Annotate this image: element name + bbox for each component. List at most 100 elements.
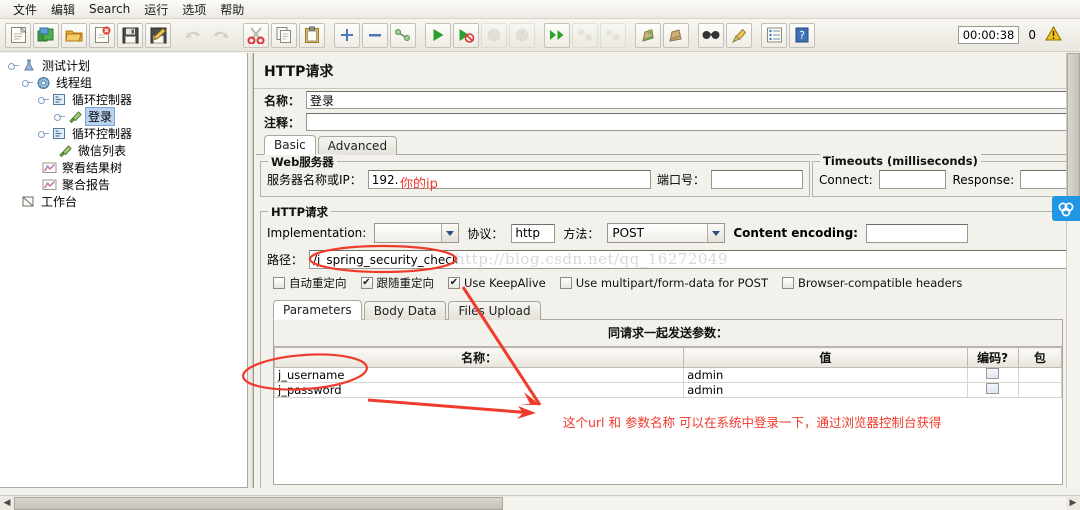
save-as-icon[interactable] xyxy=(145,22,171,48)
checkbox-browser-compatible-headers[interactable]: Browser-compatible headers xyxy=(782,276,962,290)
param-name-cell[interactable]: j_password xyxy=(273,382,685,398)
copy-icon[interactable] xyxy=(271,22,297,48)
tree-node-thread-group[interactable]: 线程组 xyxy=(6,74,247,91)
tree-node-view-results-tree[interactable]: 察看结果树 xyxy=(6,159,247,176)
floating-helper-widget[interactable] xyxy=(1052,196,1080,221)
scroll-left-icon[interactable]: ◀ xyxy=(0,496,14,510)
tree-label: 测试计划 xyxy=(42,59,91,73)
path-input[interactable]: /j_spring_security_check xyxy=(309,250,1067,269)
tree-node-loop-controller-2[interactable]: 循环控制器 xyxy=(6,125,247,142)
chevron-down-icon[interactable] xyxy=(707,224,725,242)
menu-item-file[interactable]: 文件 xyxy=(6,0,44,19)
table-row[interactable]: j_password admin xyxy=(273,382,1063,398)
checkbox-box[interactable] xyxy=(448,277,460,289)
encode-checkbox[interactable] xyxy=(986,368,1000,379)
warning-triangle-icon[interactable] xyxy=(1045,25,1062,44)
expander-icon[interactable] xyxy=(54,111,65,122)
tree-node-test-plan[interactable]: 测试计划 xyxy=(6,57,247,74)
tree-node-login-sampler[interactable]: 登录 xyxy=(6,107,247,126)
content-encoding-label: Content encoding: xyxy=(733,226,858,240)
menu-item-help[interactable]: 帮助 xyxy=(213,0,251,19)
menu-item-run[interactable]: 运行 xyxy=(137,0,175,19)
start-no-pauses-icon[interactable] xyxy=(453,22,479,48)
web-server-row: 服务器名称或IP： 192. 端口号： xyxy=(267,170,803,189)
paste-icon[interactable] xyxy=(299,22,325,48)
toggle-icon[interactable] xyxy=(390,22,416,48)
search-icon[interactable] xyxy=(698,22,724,48)
expander-icon[interactable] xyxy=(8,60,19,71)
reset-search-icon[interactable] xyxy=(726,22,752,48)
implementation-select[interactable] xyxy=(374,223,460,243)
encode-checkbox[interactable] xyxy=(986,383,1000,394)
tab-advanced[interactable]: Advanced xyxy=(317,136,398,155)
http-sampler-icon xyxy=(57,143,73,158)
cut-icon[interactable] xyxy=(243,22,269,48)
menu-item-search[interactable]: Search xyxy=(82,1,137,17)
templates-icon[interactable] xyxy=(33,22,59,48)
menu-item-edit[interactable]: 编辑 xyxy=(44,0,82,19)
param-value-cell[interactable]: admin xyxy=(683,367,968,383)
expander-icon[interactable] xyxy=(38,128,49,139)
response-input[interactable] xyxy=(1020,170,1067,189)
scroll-right-icon[interactable]: ▶ xyxy=(1066,496,1080,510)
checkbox-box[interactable] xyxy=(782,277,794,289)
tab-body-data[interactable]: Body Data xyxy=(363,301,447,320)
port-label: 端口号： xyxy=(656,173,705,187)
param-encode-cell[interactable] xyxy=(966,367,1019,383)
clear-all-icon[interactable] xyxy=(663,22,689,48)
collapse-all-icon[interactable] xyxy=(362,22,388,48)
param-name-cell[interactable]: j_username xyxy=(273,367,685,383)
error-count: 0 xyxy=(1028,28,1036,42)
expander-icon[interactable] xyxy=(38,94,49,105)
checkbox-multipart-form-data[interactable]: Use multipart/form-data for POST xyxy=(559,276,768,290)
clear-icon[interactable] xyxy=(635,22,661,48)
parameters-table[interactable]: 名称： 值 编码? 包 j_username admin j_password … xyxy=(273,347,1063,398)
start-icon[interactable] xyxy=(425,22,451,48)
test-plan-tree[interactable]: 测试计划 线程组 循环控制器 登录 循环控制器 微信列表 察看结果树 聚合报告 … xyxy=(0,53,248,488)
new-icon[interactable] xyxy=(5,22,31,48)
vertical-scrollbar[interactable] xyxy=(1066,53,1080,488)
save-icon[interactable] xyxy=(117,22,143,48)
parameters-table-empty-area[interactable] xyxy=(274,398,1062,484)
param-include-cell[interactable] xyxy=(1017,382,1063,398)
expand-all-icon[interactable] xyxy=(334,22,360,48)
response-label: Response: xyxy=(952,172,1015,187)
tree-node-aggregate-report[interactable]: 聚合报告 xyxy=(6,176,247,193)
table-row[interactable]: j_username admin xyxy=(273,367,1063,383)
param-value-cell[interactable]: admin xyxy=(683,382,968,398)
function-helper-icon[interactable] xyxy=(761,22,787,48)
tree-node-workbench[interactable]: 工作台 xyxy=(6,193,247,210)
help-icon[interactable]: ? xyxy=(789,22,815,48)
param-include-cell[interactable] xyxy=(1017,367,1063,383)
open-icon[interactable] xyxy=(61,22,87,48)
method-select[interactable]: POST xyxy=(607,223,726,243)
protocol-input[interactable]: http xyxy=(511,223,556,243)
chevron-down-icon[interactable] xyxy=(441,224,459,242)
menu-item-options[interactable]: 选项 xyxy=(175,0,213,19)
tree-node-wechat-list-sampler[interactable]: 微信列表 xyxy=(6,142,247,159)
scroll-track[interactable] xyxy=(14,496,1066,510)
close-icon[interactable] xyxy=(89,22,115,48)
scroll-thumb[interactable] xyxy=(1067,53,1080,203)
content-encoding-input[interactable] xyxy=(865,223,968,243)
checkbox-box[interactable] xyxy=(559,277,572,289)
scroll-thumb[interactable] xyxy=(14,496,504,510)
checkbox-box[interactable] xyxy=(273,277,285,289)
tab-files-upload[interactable]: Files Upload xyxy=(448,301,541,320)
port-input[interactable] xyxy=(711,170,803,189)
checkbox-follow-redirect[interactable]: 跟随重定向 xyxy=(360,275,434,291)
connect-input[interactable] xyxy=(878,170,947,189)
checkbox-use-keepalive[interactable]: Use KeepAlive xyxy=(448,276,546,290)
tree-node-loop-controller-1[interactable]: 循环控制器 xyxy=(6,91,247,108)
checkbox-auto-redirect[interactable]: 自动重定向 xyxy=(273,275,347,291)
remote-start-all-icon[interactable] xyxy=(544,22,570,48)
param-encode-cell[interactable] xyxy=(966,382,1019,398)
checkbox-box[interactable] xyxy=(360,277,373,289)
column-header-value: 值 xyxy=(683,347,968,368)
tab-parameters[interactable]: Parameters xyxy=(273,300,362,320)
comment-input[interactable] xyxy=(306,113,1074,131)
tab-basic[interactable]: Basic xyxy=(264,135,316,155)
name-input[interactable]: 登录 xyxy=(306,91,1074,109)
expander-icon[interactable] xyxy=(22,77,33,88)
horizontal-scrollbar[interactable]: ◀ ▶ xyxy=(0,495,1080,510)
